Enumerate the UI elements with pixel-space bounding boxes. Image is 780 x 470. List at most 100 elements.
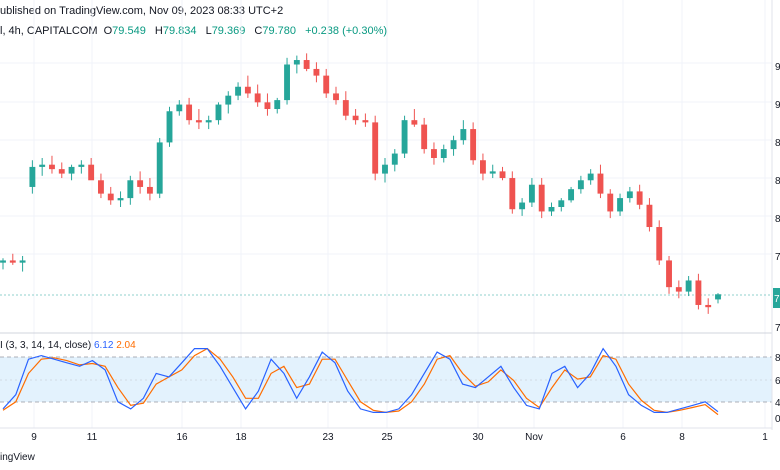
candle-body — [29, 166, 36, 187]
candle-body — [646, 204, 653, 228]
price-axis-label: 9 — [775, 100, 780, 111]
candle-body — [499, 171, 506, 179]
price-chart[interactable]: 7 9 9 8 8 8 7 7 8 6 4 0 9 11 16 18 23 25 30 Nov 6 8 1 — [0, 0, 780, 470]
candle-body — [195, 120, 202, 123]
candle-body — [176, 104, 183, 112]
stoch-axis-label: 6 — [775, 376, 780, 387]
candle-body — [352, 115, 359, 121]
candle-body — [607, 193, 614, 212]
time-axis-label: 9 — [31, 432, 37, 443]
candle-body — [244, 86, 251, 94]
candle-body — [685, 280, 692, 292]
price-axis-label: 8 — [775, 138, 780, 149]
candle-body — [186, 104, 193, 121]
candle-body — [303, 60, 310, 69]
candle-body — [597, 173, 604, 194]
candle-body — [107, 193, 114, 201]
candle-body — [470, 129, 477, 161]
candle-body — [254, 93, 261, 103]
candle-body — [127, 180, 134, 199]
time-axis[interactable]: 9 11 16 18 23 25 30 Nov 6 8 1 — [31, 432, 768, 443]
time-axis-label: 11 — [87, 432, 98, 443]
price-axis-label: 8 — [775, 214, 780, 225]
candle-body — [98, 180, 104, 194]
price-axis-label: 7 — [775, 323, 780, 334]
candle-body — [323, 75, 330, 94]
candle-body — [9, 260, 16, 263]
candle-body — [656, 227, 663, 261]
candle-body — [117, 198, 124, 201]
candle-body — [205, 120, 212, 123]
time-axis-label: 1 — [762, 432, 768, 443]
time-axis-label: 16 — [176, 432, 188, 443]
candle-body — [58, 169, 65, 174]
candle-body — [431, 149, 437, 159]
candle-body — [695, 280, 702, 305]
candle-body — [519, 202, 526, 210]
candle-body — [235, 86, 242, 96]
candle-body — [489, 171, 496, 174]
time-axis-label: 6 — [620, 432, 626, 443]
candle-body — [587, 173, 594, 181]
candles-layer — [0, 53, 721, 314]
candle-body — [675, 287, 682, 292]
stoch-axis-label: 4 — [775, 398, 780, 409]
candle-body — [362, 120, 369, 123]
time-axis-label: 18 — [235, 432, 247, 443]
candle-body — [421, 124, 428, 150]
candle-body — [509, 178, 516, 210]
candle-body — [568, 189, 575, 201]
price-axis-label: 8 — [775, 176, 780, 187]
candle-body — [382, 164, 388, 174]
candle-body — [146, 186, 153, 194]
stoch-d-value: 2.04 — [116, 340, 136, 351]
time-axis-label: 30 — [472, 432, 484, 443]
candle-body — [274, 100, 281, 110]
candle-body — [225, 95, 232, 105]
candle-body — [284, 64, 290, 101]
stoch-axis-label: 8 — [775, 353, 780, 364]
candle-body — [626, 191, 633, 199]
candle-body — [137, 180, 144, 187]
candle-body — [558, 200, 565, 207]
candle-body — [411, 120, 418, 125]
candle-body — [342, 100, 349, 116]
stoch-axis[interactable]: 8 6 4 0 — [775, 353, 780, 425]
candle-body — [617, 198, 623, 212]
stoch-axis-label: 0 — [775, 414, 780, 425]
brand-footer: ingView — [0, 452, 35, 463]
candle-body — [19, 260, 26, 263]
candle-body — [401, 120, 408, 154]
candle-body — [391, 153, 398, 165]
candle-body — [333, 93, 339, 101]
candle-body — [313, 68, 320, 76]
candle-body — [78, 164, 85, 167]
candle-body — [49, 164, 55, 170]
candle-body — [636, 191, 643, 205]
time-axis-label: 8 — [679, 432, 685, 443]
candle-body — [293, 60, 300, 65]
candle-body — [440, 149, 447, 159]
tradingview-chart: ublished on TradingView.com, Nov 09, 202… — [0, 0, 780, 470]
stoch-label: I (3, 3, 14, 14, close) — [0, 340, 92, 351]
candle-body — [264, 102, 271, 110]
candle-body — [88, 164, 95, 181]
candle-body — [538, 184, 545, 212]
price-axis-label: 7 — [775, 252, 780, 263]
stoch-k-value: 6.12 — [93, 340, 114, 351]
candle-body — [68, 166, 75, 174]
candle-body — [479, 160, 486, 174]
candle-body — [528, 184, 535, 203]
time-axis-label: 25 — [381, 432, 393, 443]
current-price-tag-text: 7 — [774, 294, 780, 305]
candle-body — [372, 122, 379, 174]
candle-body — [0, 260, 6, 263]
candle-body — [166, 111, 173, 143]
candle-body — [156, 142, 163, 194]
candle-body — [39, 164, 46, 167]
candle-body — [577, 180, 584, 190]
stoch-legend: I (3, 3, 14, 14, close) 6.12 2.04 — [0, 340, 136, 351]
time-axis-label: Nov — [525, 432, 543, 443]
candle-body — [460, 129, 467, 141]
candle-body — [215, 104, 222, 121]
